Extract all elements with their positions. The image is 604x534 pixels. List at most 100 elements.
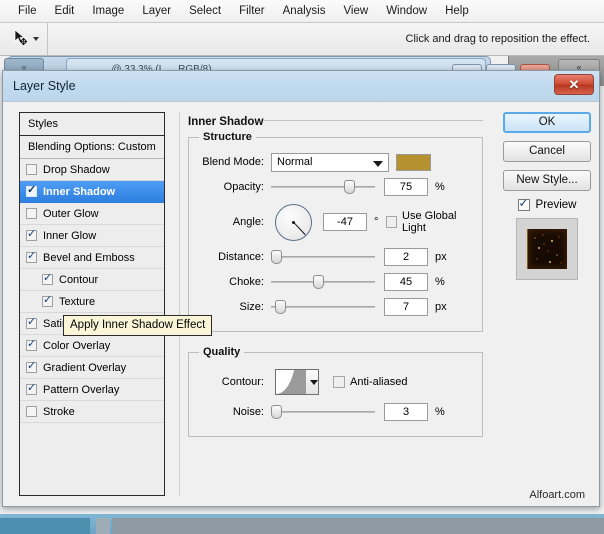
menu-filter[interactable]: Filter — [231, 2, 273, 20]
style-row-texture[interactable]: Texture — [20, 291, 164, 313]
checkbox-color-overlay[interactable] — [26, 340, 37, 351]
preview-thumbnail-frame — [516, 218, 578, 280]
use-global-light-box[interactable] — [386, 216, 397, 228]
noise-slider-track — [271, 411, 375, 413]
noise-label: Noise: — [199, 406, 271, 418]
menu-file[interactable]: File — [10, 2, 45, 20]
dialog-title-bar[interactable]: Layer Style ✕ — [3, 71, 599, 102]
menu-view[interactable]: View — [335, 2, 376, 20]
style-row-drop-shadow[interactable]: Drop Shadow — [20, 159, 164, 181]
distance-input[interactable]: 2 — [384, 248, 428, 266]
distance-row: Distance: 2 px — [199, 246, 472, 268]
anti-aliased-checkbox[interactable]: Anti-aliased — [333, 376, 407, 388]
opacity-slider[interactable] — [271, 179, 375, 195]
menu-layer[interactable]: Layer — [134, 2, 179, 20]
angle-input[interactable]: -47 — [323, 213, 367, 231]
style-row-pattern-overlay[interactable]: Pattern Overlay — [20, 379, 164, 401]
opacity-input[interactable]: 75 — [384, 178, 428, 196]
styles-list-panel: Styles Blending Options: Custom Drop Sha… — [19, 112, 165, 496]
checkbox-gradient-overlay[interactable] — [26, 362, 37, 373]
inner-shadow-group: Inner Shadow — [188, 116, 483, 128]
active-tool-cluster[interactable] — [0, 23, 48, 55]
menu-help[interactable]: Help — [437, 2, 477, 20]
menu-analysis[interactable]: Analysis — [275, 2, 334, 20]
checkbox-drop-shadow[interactable] — [26, 164, 37, 175]
checkbox-inner-shadow[interactable] — [26, 186, 37, 197]
size-slider-thumb[interactable] — [275, 300, 286, 314]
noise-slider[interactable] — [271, 404, 375, 420]
shadow-color-swatch[interactable] — [396, 154, 431, 171]
checkbox-bevel-and-emboss[interactable] — [26, 252, 37, 263]
noise-slider-thumb[interactable] — [271, 405, 282, 419]
checkbox-texture[interactable] — [42, 296, 53, 307]
contour-chevron-down-icon[interactable] — [305, 370, 318, 394]
use-global-light-checkbox[interactable]: Use Global Light — [386, 210, 472, 234]
opacity-row: Opacity: 75 % — [199, 176, 472, 198]
menu-image[interactable]: Image — [84, 2, 132, 20]
blending-options-row[interactable]: Blending Options: Custom — [20, 136, 164, 159]
distance-label: Distance: — [199, 251, 271, 263]
opacity-label: Opacity: — [199, 181, 271, 193]
noise-input[interactable]: 3 — [384, 403, 428, 421]
cancel-button[interactable]: Cancel — [503, 141, 591, 162]
preview-checkbox[interactable]: Preview — [503, 199, 591, 211]
contour-preset-picker[interactable] — [275, 369, 319, 395]
tool-preset-chevron-down-icon[interactable] — [33, 37, 39, 41]
ok-button[interactable]: OK — [503, 112, 591, 133]
choke-slider[interactable] — [271, 274, 375, 290]
style-row-stroke[interactable]: Stroke — [20, 401, 164, 423]
size-slider[interactable] — [271, 299, 375, 315]
checkbox-satin[interactable] — [26, 318, 37, 329]
blend-mode-select[interactable]: Normal — [271, 153, 389, 172]
style-label: Texture — [59, 296, 95, 308]
style-row-inner-glow[interactable]: Inner Glow — [20, 225, 164, 247]
checkbox-pattern-overlay[interactable] — [26, 384, 37, 395]
preview-thumbnail-image — [527, 229, 567, 269]
styles-list-header[interactable]: Styles — [20, 113, 164, 136]
angle-dial[interactable] — [275, 204, 312, 241]
contour-label: Contour: — [199, 376, 271, 388]
style-label: Pattern Overlay — [43, 384, 119, 396]
style-row-color-overlay[interactable]: Color Overlay — [20, 335, 164, 357]
angle-label: Angle: — [199, 216, 271, 228]
menu-edit[interactable]: Edit — [47, 2, 83, 20]
distance-slider[interactable] — [271, 249, 375, 265]
opacity-unit: % — [435, 181, 445, 193]
angle-row: Angle: -47 ° Use Global Light — [199, 201, 472, 243]
section-title: Inner Shadow — [188, 116, 267, 128]
style-row-bevel-and-emboss[interactable]: Bevel and Emboss — [20, 247, 164, 269]
chevron-down-icon[interactable] — [373, 161, 383, 167]
style-label: Outer Glow — [43, 208, 99, 220]
checkbox-contour[interactable] — [42, 274, 53, 285]
style-label: Gradient Overlay — [43, 362, 126, 374]
distance-slider-thumb[interactable] — [271, 250, 282, 264]
close-icon[interactable]: ✕ — [554, 74, 594, 95]
checkbox-outer-glow[interactable] — [26, 208, 37, 219]
dialog-actions: OK Cancel New Style... Preview — [503, 112, 591, 280]
style-row-inner-shadow[interactable]: Inner Shadow — [20, 181, 164, 203]
quality-legend: Quality — [199, 346, 244, 358]
choke-input[interactable]: 45 — [384, 273, 428, 291]
canvas-strip-segment-left — [0, 518, 90, 534]
menu-window[interactable]: Window — [378, 2, 435, 20]
checkbox-inner-glow[interactable] — [26, 230, 37, 241]
style-row-gradient-overlay[interactable]: Gradient Overlay — [20, 357, 164, 379]
choke-slider-thumb[interactable] — [313, 275, 324, 289]
new-style-button[interactable]: New Style... — [503, 170, 591, 191]
canvas-bottom-strip — [0, 514, 604, 534]
move-tool-icon[interactable] — [12, 29, 30, 50]
watermark: Alfoart.com — [529, 489, 585, 501]
style-row-outer-glow[interactable]: Outer Glow — [20, 203, 164, 225]
anti-aliased-box[interactable] — [333, 376, 345, 388]
style-row-contour[interactable]: Contour — [20, 269, 164, 291]
style-label: Stroke — [43, 406, 75, 418]
size-input[interactable]: 7 — [384, 298, 428, 316]
structure-group: Structure Blend Mode: Normal Opacity: — [188, 131, 483, 332]
style-label: Contour — [59, 274, 98, 286]
options-bar: Click and drag to reposition the effect. — [0, 23, 604, 56]
style-label: Drop Shadow — [43, 164, 110, 176]
preview-checkbox-box[interactable] — [518, 199, 530, 211]
checkbox-stroke[interactable] — [26, 406, 37, 417]
opacity-slider-thumb[interactable] — [344, 180, 355, 194]
menu-select[interactable]: Select — [181, 2, 229, 20]
